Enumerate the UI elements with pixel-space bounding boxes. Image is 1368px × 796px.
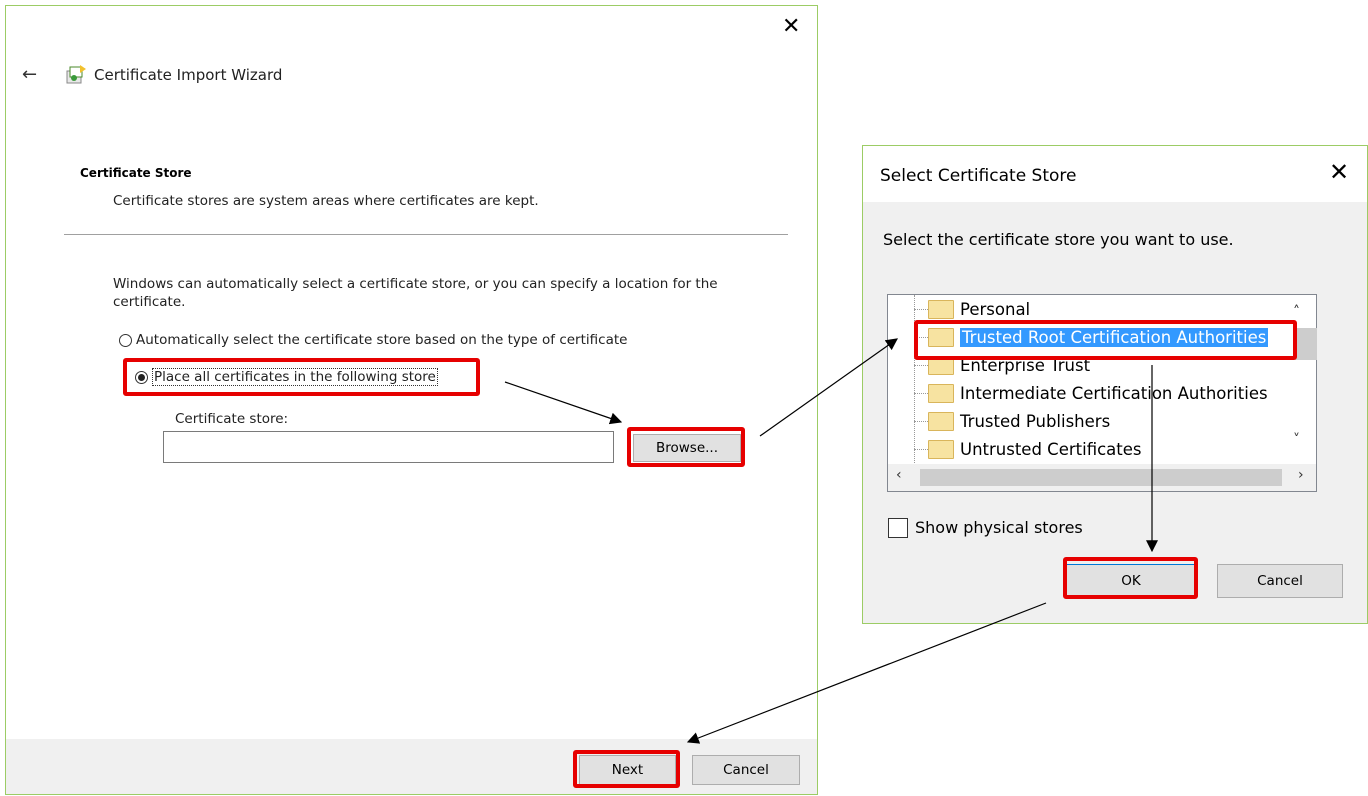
tree-item-label: Intermediate Certification Authorities bbox=[960, 383, 1268, 403]
tree-item-label: Untrusted Certificates bbox=[960, 439, 1142, 459]
section-description: Certificate stores are system areas wher… bbox=[113, 193, 539, 209]
folder-icon bbox=[928, 299, 954, 319]
back-arrow-icon[interactable]: ← bbox=[22, 66, 37, 84]
horizontal-scrollbar[interactable]: ‹ › bbox=[888, 464, 1316, 491]
tree-item-untrusted[interactable]: Untrusted Certificates bbox=[928, 436, 1141, 462]
ok-button[interactable]: OK bbox=[1066, 564, 1196, 598]
certificate-import-wizard-window: ✕ ← Certificate Import Wizard Certificat… bbox=[5, 5, 818, 795]
scroll-right-icon[interactable]: › bbox=[1298, 467, 1304, 483]
dialog-cancel-button[interactable]: Cancel bbox=[1217, 564, 1343, 598]
divider bbox=[64, 234, 788, 235]
tree-connector bbox=[914, 309, 928, 310]
scroll-up-icon[interactable]: ˄ bbox=[1293, 304, 1300, 320]
tree-connector bbox=[914, 393, 928, 394]
dialog-title: Select Certificate Store bbox=[880, 166, 1077, 186]
radio-place-all[interactable]: Place all certificates in the following … bbox=[135, 368, 438, 386]
cancel-button[interactable]: Cancel bbox=[692, 755, 800, 785]
tree-item-trusted-publishers[interactable]: Trusted Publishers bbox=[928, 408, 1110, 434]
store-tree[interactable]: Personal Trusted Root Certification Auth… bbox=[887, 294, 1317, 492]
intro-text: Windows can automatically select a certi… bbox=[113, 276, 718, 310]
scroll-left-icon[interactable]: ‹ bbox=[896, 467, 902, 483]
folder-icon bbox=[928, 411, 954, 431]
tree-item-label: Trusted Root Certification Authorities bbox=[960, 327, 1269, 347]
folder-icon bbox=[928, 355, 954, 375]
browse-button[interactable]: Browse... bbox=[633, 434, 741, 462]
radio-auto-label: Automatically select the certificate sto… bbox=[136, 332, 628, 348]
folder-icon bbox=[928, 383, 954, 403]
tree-connector bbox=[914, 337, 928, 338]
section-title: Certificate Store bbox=[80, 166, 192, 180]
tree-connector bbox=[914, 295, 915, 465]
show-physical-label: Show physical stores bbox=[915, 518, 1083, 537]
horizontal-scrollbar-thumb[interactable] bbox=[920, 469, 1282, 486]
certificate-wizard-icon bbox=[66, 65, 86, 84]
certificate-store-label: Certificate store: bbox=[175, 411, 289, 427]
tree-connector bbox=[914, 421, 928, 422]
radio-place-label: Place all certificates in the following … bbox=[152, 368, 438, 386]
certificate-store-input[interactable] bbox=[163, 431, 614, 463]
scroll-down-icon[interactable]: ˅ bbox=[1293, 432, 1300, 448]
close-icon[interactable]: ✕ bbox=[782, 16, 800, 38]
tree-item-intermediate[interactable]: Intermediate Certification Authorities bbox=[928, 380, 1268, 406]
vertical-scrollbar-thumb[interactable] bbox=[1295, 328, 1317, 360]
tree-item-label: Enterprise Trust bbox=[960, 355, 1091, 375]
folder-icon bbox=[928, 439, 954, 459]
tree-connector bbox=[914, 365, 928, 366]
tree-item-enterprise-trust[interactable]: Enterprise Trust bbox=[928, 352, 1090, 378]
radio-auto-select[interactable]: Automatically select the certificate sto… bbox=[119, 332, 627, 348]
select-certificate-store-dialog: Select Certificate Store ✕ Select the ce… bbox=[862, 145, 1368, 624]
radio-auto-button[interactable] bbox=[119, 333, 132, 347]
dialog-prompt: Select the certificate store you want to… bbox=[883, 230, 1234, 249]
radio-place-button[interactable] bbox=[135, 370, 148, 384]
tree-item-trusted-root[interactable]: Trusted Root Certification Authorities bbox=[928, 324, 1269, 350]
next-button[interactable]: Next bbox=[579, 755, 676, 785]
tree-item-label: Personal bbox=[960, 299, 1031, 319]
tree-connector bbox=[914, 449, 928, 450]
tree-item-personal[interactable]: Personal bbox=[928, 296, 1030, 322]
folder-icon bbox=[928, 327, 954, 347]
show-physical-checkbox[interactable] bbox=[888, 518, 908, 538]
wizard-title: Certificate Import Wizard bbox=[94, 66, 283, 84]
close-icon[interactable]: ✕ bbox=[1329, 160, 1349, 184]
tree-item-label: Trusted Publishers bbox=[960, 411, 1111, 431]
